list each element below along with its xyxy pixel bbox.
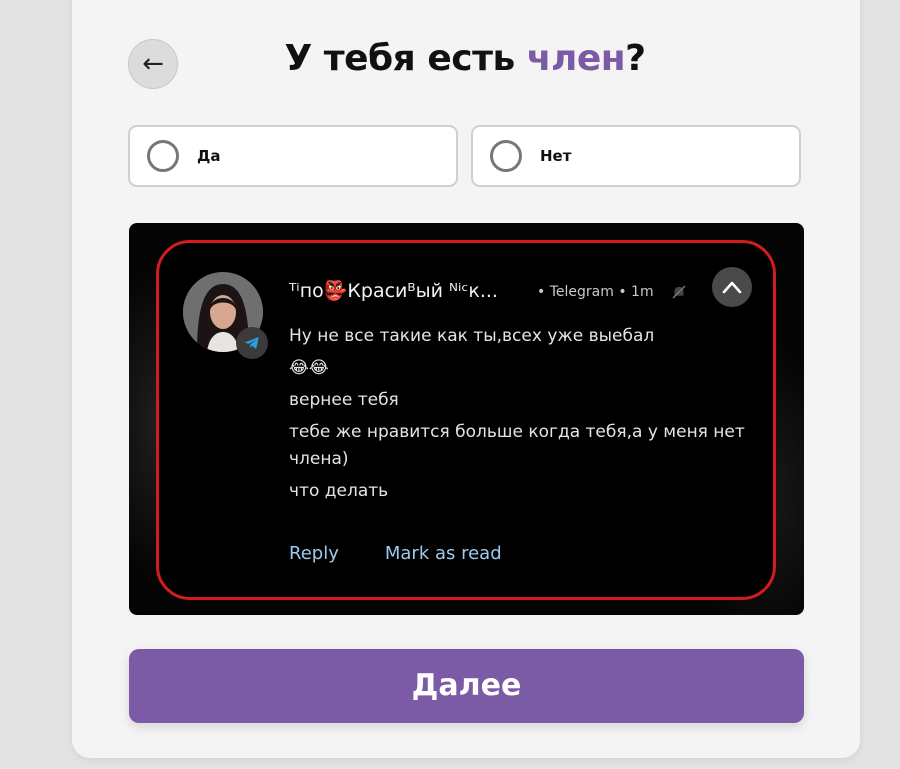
mark-as-read-button[interactable]: Mark as read (385, 543, 502, 564)
option-yes-label: Да (197, 147, 221, 165)
telegram-icon (236, 327, 268, 359)
option-no-label: Нет (540, 147, 572, 165)
message-line: Ну не все такие как ты,всех уже выебал (289, 326, 655, 346)
radio-no[interactable] (490, 140, 522, 172)
option-yes[interactable]: Да (128, 125, 458, 187)
title-highlight: член (526, 38, 626, 79)
chevron-up-icon (722, 281, 742, 294)
notification-screenshot: ᵀⁱпо👺Красиᴮый ᴺⁱᶜк... • Telegram • 1m Ну… (129, 223, 804, 615)
back-button[interactable]: ← (128, 39, 178, 89)
radio-yes[interactable] (147, 140, 179, 172)
notification-meta: • Telegram • 1m (537, 284, 654, 300)
timestamp: 1m (631, 284, 654, 300)
title-suffix: ? (625, 38, 646, 79)
option-no[interactable]: Нет (471, 125, 801, 187)
sender-name: ᵀⁱпо👺Красиᴮый ᴺⁱᶜк... (289, 280, 498, 302)
notification-actions: Reply Mark as read (289, 543, 502, 564)
question-title: У тебя есть член? (200, 38, 730, 79)
message-line: 😂😂 (289, 358, 329, 378)
bell-muted-icon (672, 285, 686, 299)
title-prefix: У тебя есть (284, 38, 527, 79)
message-body: Ну не все такие как ты,всех уже выебал 😂… (289, 323, 769, 510)
app-name: Telegram (549, 284, 614, 300)
message-line: вернее тебя (289, 390, 399, 410)
notification-card: ᵀⁱпо👺Красиᴮый ᴺⁱᶜк... • Telegram • 1m Ну… (156, 240, 776, 600)
reply-button[interactable]: Reply (289, 543, 339, 564)
next-button[interactable]: Далее (129, 649, 804, 723)
message-line: что делать (289, 481, 389, 501)
collapse-button[interactable] (712, 267, 752, 307)
message-line: тебе же нравится больше когда тебя,а у м… (289, 422, 745, 469)
arrow-left-icon: ← (142, 49, 164, 79)
meta-separator: • (618, 284, 627, 300)
meta-separator: • (537, 284, 546, 300)
